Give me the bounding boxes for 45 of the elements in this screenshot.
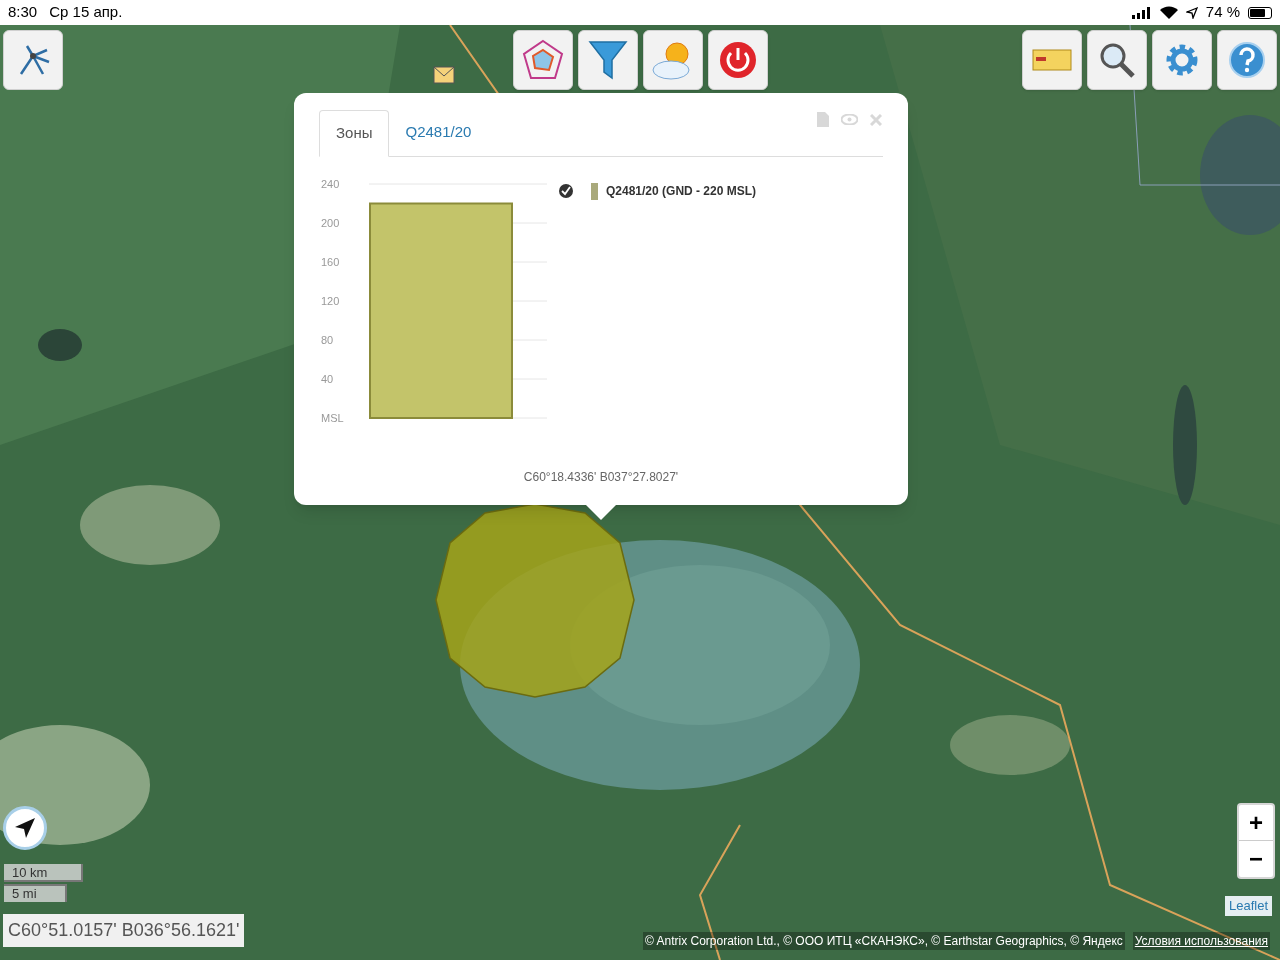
signal-icon [1131, 6, 1152, 19]
settings-button[interactable] [1152, 30, 1212, 90]
navigation-arrow-icon [13, 816, 37, 840]
battery-icon [1248, 6, 1272, 19]
axis-tick-label: 80 [321, 334, 334, 346]
power-button[interactable] [708, 30, 768, 90]
status-time: 8:30 [8, 2, 38, 23]
cursor-coordinates: С60°51.0157' В036°56.1621' [3, 914, 245, 947]
weather-button[interactable] [643, 30, 703, 90]
battery-percent: 74 % [1205, 2, 1240, 23]
settings-icon [1164, 42, 1200, 78]
axis-tick-label: 40 [321, 373, 334, 385]
ruler-icon [1032, 48, 1072, 72]
popup-coordinates: С60°18.4336' В037°27.8027' [523, 469, 679, 486]
axis-tick-label: 120 [321, 295, 340, 307]
tab[interactable]: Зоны [319, 110, 390, 157]
filter-button[interactable] [578, 30, 638, 90]
wifi-icon [1159, 6, 1178, 19]
axis-tick-label: 200 [321, 217, 340, 229]
funnel-icon [588, 38, 628, 82]
ruler-button[interactable] [1022, 30, 1082, 90]
scale-imperial: 5 mi [4, 884, 67, 902]
map-attribution: © Antrix Corporation Ltd., © ООО ИТЦ «СКАНЭКС», © Earthstar Geographics, © Яндекс [642, 932, 1125, 950]
tab[interactable]: Q2481/20 [389, 109, 488, 156]
radar-chart-button[interactable] [513, 30, 573, 90]
legend-checkbox[interactable] [559, 184, 573, 198]
help-button[interactable] [1217, 30, 1277, 90]
legend-label: Q2481/20 (GND - 220 MSL) [606, 183, 757, 200]
zoom-out-button[interactable]: − [1239, 841, 1273, 877]
scale-metric: 10 km [4, 864, 83, 882]
axis-tick-label: 160 [321, 256, 340, 268]
help-icon [1227, 40, 1267, 80]
terms-link[interactable]: Условия использования [1132, 932, 1270, 950]
radar-chart-icon [521, 38, 565, 82]
axis-tick-label: 240 [321, 178, 340, 190]
search-icon [1098, 41, 1136, 79]
zoom-in-button[interactable]: + [1239, 805, 1273, 841]
power-icon [718, 40, 758, 80]
app-logo-button[interactable] [3, 30, 63, 90]
search-button[interactable] [1087, 30, 1147, 90]
envelope-icon[interactable] [433, 64, 455, 84]
location-arrow-icon [1185, 6, 1198, 19]
leaflet-link[interactable]: Leaflet [1225, 896, 1273, 916]
axis-tick-label: MSL [321, 412, 344, 424]
status-date: Ср 15 апр. [49, 2, 123, 23]
